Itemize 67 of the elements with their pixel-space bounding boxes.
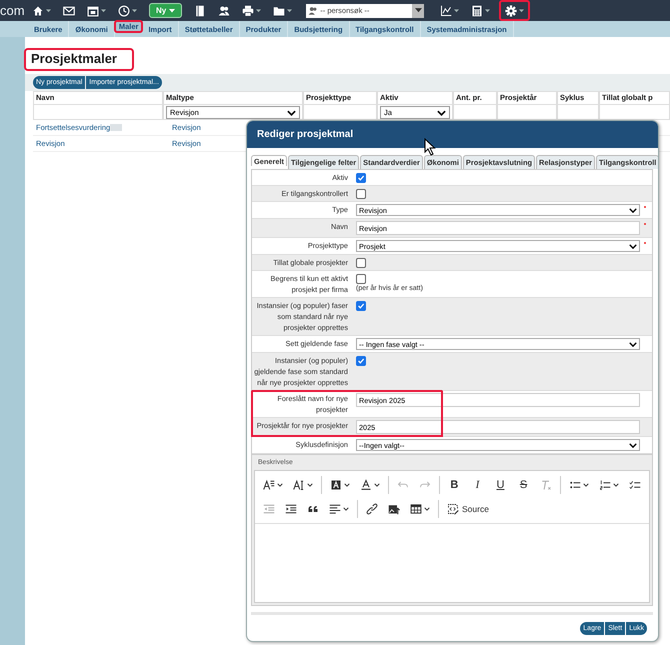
caret-icon	[256, 8, 262, 12]
quote-icon	[307, 503, 319, 515]
caret-icon	[374, 483, 380, 487]
source-button[interactable]: Source	[443, 501, 493, 517]
chevron-icon	[629, 208, 637, 212]
todo-list-icon	[629, 479, 641, 491]
source-code-icon	[447, 503, 459, 515]
numbered-list-icon	[599, 479, 611, 491]
chevron-icon	[287, 110, 296, 116]
caret-icon	[344, 483, 350, 487]
chevron-icon	[437, 110, 446, 116]
highlight-color-icon	[330, 479, 342, 491]
folder-icon	[273, 4, 286, 16]
cursor-icon	[424, 138, 436, 156]
clock-icon	[118, 4, 130, 16]
indent-icon	[285, 503, 297, 515]
caret-icon	[519, 8, 524, 12]
caret-icon	[46, 8, 51, 12]
format-button[interactable]: U	[490, 477, 511, 493]
format-button[interactable]: I	[466, 477, 488, 493]
format-button[interactable]: B	[444, 477, 465, 493]
mail-icon	[63, 4, 75, 16]
people-icon	[218, 4, 230, 16]
calculator-icon	[471, 4, 484, 16]
person-icon	[308, 6, 318, 16]
logo-text: com	[0, 3, 26, 18]
caret-icon	[424, 507, 430, 511]
caret-icon	[101, 8, 106, 12]
checkbox[interactable]	[356, 189, 366, 199]
caret-icon	[613, 483, 619, 487]
line-chart-icon	[440, 4, 452, 16]
checkbox[interactable]	[356, 301, 366, 311]
dialog-title: Rediger prosjektmal	[257, 129, 354, 140]
bulleted-list-icon	[569, 479, 581, 491]
settings-button[interactable]	[500, 1, 530, 20]
printer-icon	[242, 4, 254, 16]
font-size-icon	[293, 479, 305, 491]
format-button[interactable]: S	[513, 477, 534, 493]
link-icon	[366, 503, 378, 515]
checkbox[interactable]	[356, 173, 366, 183]
align-icon	[329, 503, 341, 515]
checkbox[interactable]	[356, 274, 366, 284]
settings-icon	[505, 4, 518, 16]
font-family-icon	[263, 479, 275, 491]
clear-formatting-icon	[540, 479, 552, 491]
notebook-icon	[194, 4, 206, 16]
caret-icon	[583, 483, 589, 487]
caret-icon	[287, 8, 292, 12]
calendar-icon	[87, 4, 99, 16]
page-title: Prosjektmaler	[25, 49, 133, 70]
caret-icon	[454, 8, 460, 12]
chevron-icon	[629, 442, 637, 448]
chevron-icon	[629, 342, 637, 346]
caret-icon	[132, 8, 137, 12]
table-icon	[410, 503, 422, 515]
home-icon	[32, 4, 44, 16]
caret-icon	[307, 483, 313, 487]
outdent-icon	[263, 503, 275, 515]
caret-icon	[277, 483, 283, 487]
chevron-icon	[629, 244, 637, 248]
font-color-icon	[360, 479, 372, 491]
checkbox[interactable]	[356, 258, 366, 268]
checkbox[interactable]	[356, 356, 366, 366]
caret-icon	[485, 8, 490, 12]
caret-icon	[169, 8, 176, 12]
image-upload-icon	[388, 503, 400, 515]
caret-icon	[343, 507, 349, 511]
